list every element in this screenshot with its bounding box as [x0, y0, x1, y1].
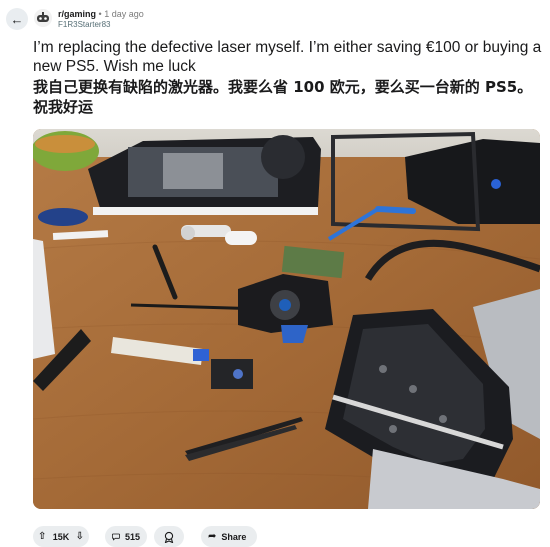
meta-separator: • [98, 9, 102, 19]
downvote-arrow-icon[interactable]: ⇩ [76, 531, 84, 542]
award-icon [164, 531, 174, 543]
award-button[interactable] [154, 526, 184, 547]
back-button[interactable]: ← [6, 8, 28, 30]
post-author[interactable]: F1R3Starter83 [58, 20, 110, 30]
subreddit-avatar-icon[interactable] [34, 9, 52, 27]
post-image[interactable] [33, 129, 540, 509]
comment-count: 515 [124, 531, 140, 542]
share-label: Share [221, 531, 247, 542]
upvote-arrow-icon[interactable]: ⇧ [38, 531, 46, 542]
subreddit-link[interactable]: r/gaming [58, 9, 96, 19]
post-title: I’m replacing the defective laser myself… [33, 39, 542, 75]
comment-bubble-icon [112, 533, 120, 541]
comments-button[interactable]: 515 [105, 526, 147, 547]
share-arrow-icon: ➦ [208, 530, 217, 542]
share-button[interactable]: ➦ Share [201, 526, 257, 547]
ps5-disassembly-photo [33, 129, 540, 509]
post-title-translation: 我自己更换有缺陷的激光器。我要么省 100 欧元，要么买一台新的 PS5。祝我好… [33, 78, 533, 116]
post-actions: ⇧ 15K ⇩ 515 ➦ Share [33, 526, 550, 547]
post-header: ← r/gaming • 1 day ago F1R3Starter83 [0, 0, 550, 36]
post-time: 1 day ago [104, 9, 144, 19]
post-meta: r/gaming • 1 day ago [58, 9, 144, 20]
vote-score: 15K [52, 531, 70, 542]
arrow-left-icon: ← [10, 11, 24, 27]
vote-control: ⇧ 15K ⇩ [33, 526, 89, 547]
